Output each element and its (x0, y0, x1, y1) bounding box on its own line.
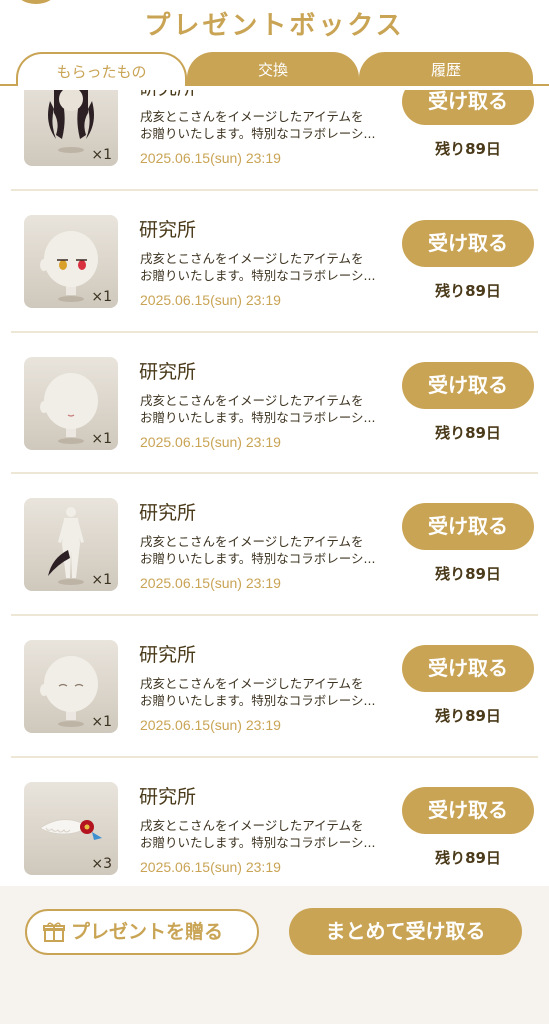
send-present-label: プレゼントを贈る (71, 921, 224, 943)
item-description: 戌亥とこさんをイメージしたアイテムを お贈りいたします。特別なコラボレーシ... (140, 817, 376, 850)
item-date: 2025.06.15(sun) 23:19 (140, 150, 281, 166)
send-present-button[interactable]: プレゼントを贈る (25, 909, 259, 955)
item-quantity: ×1 (91, 572, 112, 589)
remaining-days: 残り89日 (435, 848, 501, 867)
item-sender: 研究所 (139, 218, 197, 241)
remaining-days: 残り89日 (435, 707, 501, 726)
item-quantity: ×1 (91, 430, 112, 447)
present-list: ×1 研究所 戌亥とこさんをイメージしたアイテムをお贈りいたします。特別なコラボ… (0, 49, 549, 900)
remaining-days: 残り89日 (435, 140, 501, 158)
item-description: 戌亥とこさんをイメージしたアイテムを お贈りいたします。特別なコラボレーシ... (140, 534, 376, 567)
item-sender: 研究所 (139, 785, 197, 808)
list-item: ×1 研究所 戌亥とこさんをイメージしたアイテムをお贈りいたします。特別なコラボ… (0, 191, 549, 333)
item-date: 2025.06.15(sun) 23:19 (140, 433, 281, 450)
remaining-days: 残り89日 (435, 565, 501, 584)
item-quantity: ×1 (91, 714, 112, 731)
item-thumbnail: ×1 (24, 640, 118, 734)
tab-history[interactable]: 履歴 (359, 52, 533, 86)
header: プレゼントボックス もらったもの 交換 履歴 (0, 0, 549, 90)
item-quantity: ×1 (91, 147, 112, 163)
item-quantity: ×1 (91, 288, 112, 305)
list-item: ×1 研究所 戌亥とこさんをイメージしたアイテムをお贈りいたします。特別なコラボ… (0, 333, 549, 475)
item-thumbnail: ×3 (24, 781, 118, 875)
item-date: 2025.06.15(sun) 23:19 (140, 291, 281, 308)
header-badge (16, 0, 56, 4)
footer: プレゼントを贈る まとめて受け取る (0, 886, 549, 1024)
item-description: 戌亥とこさんをイメージしたアイテムを お贈りいたします。特別なコラボレーシ... (140, 109, 376, 141)
tab-received[interactable]: もらったもの (16, 52, 187, 86)
receive-button[interactable]: 受け取る (402, 361, 534, 409)
list-item: ×1 研究所 戌亥とこさんをイメージしたアイテムをお贈りいたします。特別なコラボ… (0, 616, 549, 758)
item-thumbnail: ×1 (24, 214, 118, 308)
item-date: 2025.06.15(sun) 23:19 (140, 575, 281, 592)
list-item: ×3 研究所 戌亥とこさんをイメージしたアイテムを お贈りいたします。特別なコラボ… (0, 758, 549, 900)
list-item: ×1 研究所 戌亥とこさんをイメージしたアイテムをお贈りいたします。特別なコラボ… (0, 474, 549, 617)
receive-button[interactable]: 受け取る (402, 786, 534, 834)
item-quantity: ×3 (91, 855, 112, 872)
item-description: 戌亥とこさんをイメージしたアイテムを お贈りいたします。特別なコラボレーシ... (140, 250, 376, 283)
item-sender: 研究所 (139, 502, 197, 525)
remaining-days: 残り89日 (435, 423, 501, 442)
receive-button[interactable]: 受け取る (402, 503, 534, 551)
item-thumbnail: ×1 (24, 498, 118, 592)
page-title: プレゼントボックス (144, 11, 405, 41)
item-sender: 研究所 (139, 644, 197, 667)
item-description: 戌亥とこさんをイメージしたアイテムを お贈りいたします。特別なコラボレーシ... (140, 392, 376, 425)
item-thumbnail: ×1 (24, 356, 118, 450)
tab-bar: もらったもの 交換 履歴 (0, 52, 549, 86)
item-sender: 研究所 (139, 360, 197, 383)
item-date: 2025.06.15(sun) 23:19 (140, 717, 281, 734)
tab-exchange[interactable]: 交換 (187, 52, 359, 86)
receive-button[interactable]: 受け取る (402, 219, 534, 267)
item-date: 2025.06.15(sun) 23:19 (140, 858, 281, 875)
gift-icon (43, 922, 65, 942)
remaining-days: 残り89日 (435, 281, 501, 300)
receive-all-button[interactable]: まとめて受け取る (289, 908, 522, 955)
receive-button[interactable]: 受け取る (402, 645, 534, 693)
item-description: 戌亥とこさんをイメージしたアイテムを お贈りいたします。特別なコラボレーシ... (140, 676, 376, 709)
